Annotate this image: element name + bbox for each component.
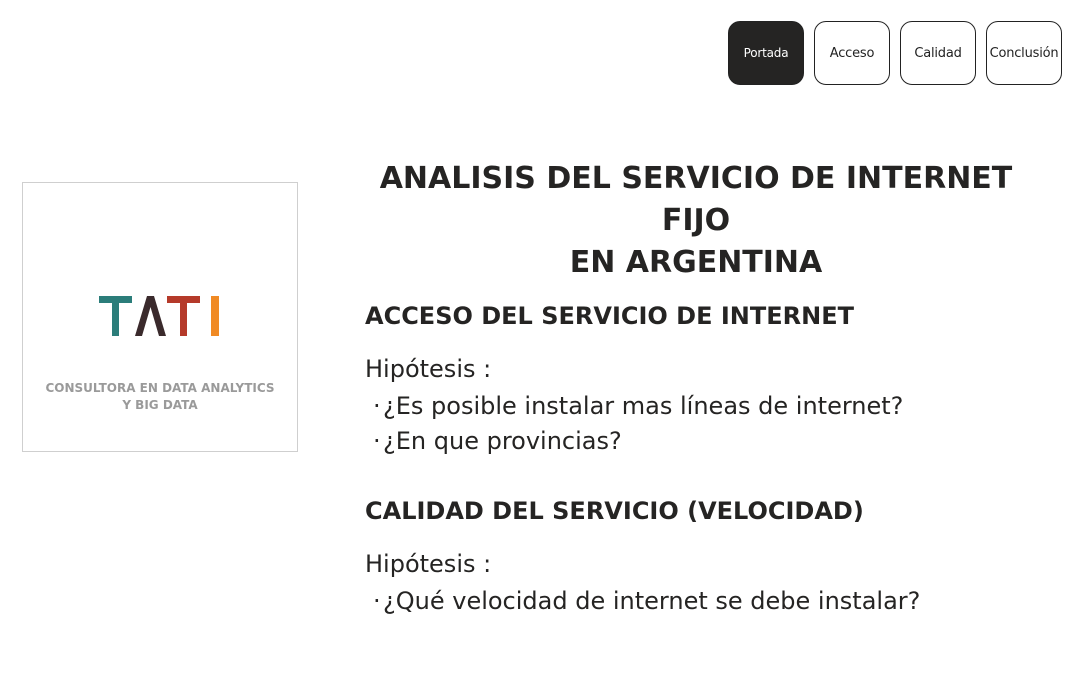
hypothesis-label: Hipótesis : — [365, 550, 492, 578]
page-navigation: Portada Acceso Calidad Conclusión — [728, 21, 1062, 85]
hypothesis-question: ·¿Es posible instalar mas líneas de inte… — [373, 392, 904, 420]
page-title: ANALISIS DEL SERVICIO DE INTERNET FIJO E… — [379, 161, 1013, 280]
company-logo-card: CONSULTORA EN DATA ANALYTICS Y BIG DATA — [22, 182, 298, 452]
hypothesis-label: Hipótesis : — [365, 355, 492, 383]
section-heading-calidad: CALIDAD DEL SERVICIO (VELOCIDAD) — [365, 497, 864, 525]
logo-letter-t1 — [99, 296, 132, 336]
hypothesis-question: ·¿Qué velocidad de internet se debe inst… — [373, 587, 921, 615]
tati-logo — [99, 296, 219, 336]
logo-letter-a — [135, 296, 166, 336]
hypothesis-question: ·¿En que provincias? — [373, 427, 622, 455]
nav-calidad-button[interactable]: Calidad — [900, 21, 976, 85]
nav-portada-button[interactable]: Portada — [728, 21, 804, 85]
nav-acceso-button[interactable]: Acceso — [814, 21, 890, 85]
logo-letter-i — [211, 296, 219, 336]
nav-conclusion-button[interactable]: Conclusión — [986, 21, 1062, 85]
company-tagline: CONSULTORA EN DATA ANALYTICS Y BIG DATA — [45, 381, 275, 412]
logo-letter-t2 — [167, 296, 200, 336]
section-heading-acceso: ACCESO DEL SERVICIO DE INTERNET — [365, 302, 854, 330]
